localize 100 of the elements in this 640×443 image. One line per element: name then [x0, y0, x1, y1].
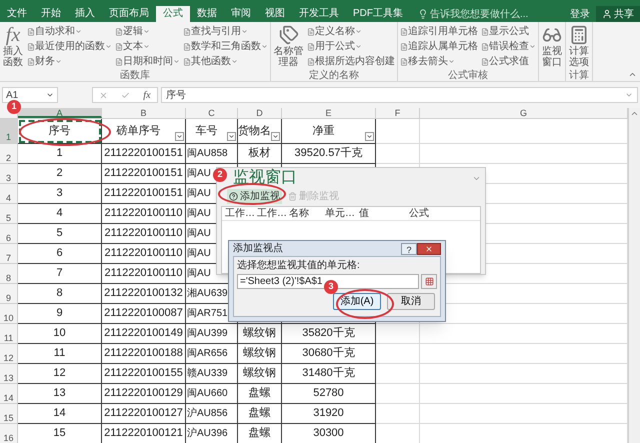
check-icon[interactable] — [121, 90, 130, 100]
row-header[interactable]: 7 — [0, 244, 18, 264]
ribbon-command[interactable]: 显示公式 — [481, 24, 536, 39]
ribbon-tab[interactable]: 文件 — [0, 6, 34, 22]
caret-icon — [366, 133, 373, 140]
ribbon-command[interactable]: 追踪从属单元格 — [400, 39, 478, 54]
header-cell[interactable]: 磅单序号 — [102, 119, 186, 144]
ribbon-large-button[interactable]: 名称管理器 — [273, 24, 304, 70]
row-header[interactable]: 4 — [0, 184, 18, 204]
row-header[interactable]: 14 — [0, 384, 18, 404]
ribbon-command[interactable]: 其他函数 — [183, 54, 268, 69]
ribbon-command[interactable]: 定义名称 — [307, 24, 395, 39]
header-cell[interactable]: 车号 — [186, 119, 238, 144]
table-cell — [376, 384, 420, 404]
table-cell: 31920 — [282, 404, 376, 424]
share-button[interactable]: 共享 — [596, 6, 640, 22]
list-column-header[interactable]: 工作… — [254, 207, 286, 220]
close-button[interactable] — [417, 242, 441, 254]
ribbon-command[interactable]: 用于公式 — [307, 39, 395, 54]
column-header[interactable]: E — [282, 108, 376, 118]
ribbon-command[interactable]: 数学和三角函数 — [183, 39, 268, 54]
calculator-icon — [569, 25, 589, 45]
dialog-button[interactable]: 添加(A) — [333, 293, 381, 310]
ribbon-tab[interactable]: 数据 — [190, 6, 224, 22]
vertical-scrollbar[interactable] — [628, 108, 640, 443]
row-header[interactable]: 1 — [0, 119, 18, 144]
header-cell[interactable]: 序号 — [18, 119, 102, 144]
ribbon-tab[interactable]: 视图 — [258, 6, 292, 22]
ribbon-tab[interactable]: 插入 — [68, 6, 102, 22]
column-header[interactable]: C — [186, 108, 238, 118]
row-header[interactable]: 3 — [0, 164, 18, 184]
dialog-button[interactable]: 取消 — [387, 293, 435, 310]
ribbon-command[interactable]: 逻辑 — [115, 24, 180, 39]
header-cell[interactable]: 货物名 — [238, 119, 282, 144]
ribbon-tab[interactable]: 公式 — [156, 6, 190, 22]
table-cell: 闽AU399 — [186, 324, 238, 344]
row-header[interactable]: 12 — [0, 344, 18, 364]
ribbon-tab[interactable]: 开发工具 — [292, 6, 346, 22]
table-cell: 3 — [18, 184, 102, 204]
ribbon-command[interactable]: 公式求值 — [481, 54, 536, 69]
ribbon-command[interactable]: 根据所选内容创建 — [307, 54, 395, 69]
ribbon-command[interactable]: 自动求和 — [27, 24, 112, 39]
sign-in-link[interactable]: 登录 — [564, 6, 596, 22]
row-header[interactable]: 16 — [0, 424, 18, 443]
list-column-header[interactable]: 值 — [356, 207, 406, 220]
list-column-header[interactable]: 公式 — [406, 207, 476, 220]
caret-icon — [75, 28, 82, 35]
column-header[interactable]: A — [18, 108, 102, 118]
row-header[interactable]: 10 — [0, 304, 18, 324]
collapse-ribbon-icon[interactable] — [628, 70, 637, 79]
ribbon-large-button[interactable]: 监视窗口 — [541, 24, 563, 70]
filter-button[interactable] — [365, 132, 374, 141]
row-header[interactable]: 11 — [0, 324, 18, 344]
row-header[interactable]: 6 — [0, 224, 18, 244]
ribbon-tab[interactable]: 页面布局 — [102, 6, 156, 22]
toolbar-button[interactable]: 添加监视 — [227, 188, 282, 204]
ribbon-tab[interactable]: PDF工具集 — [346, 6, 410, 22]
row-header[interactable]: 8 — [0, 264, 18, 284]
table-cell: 52780 — [282, 384, 376, 404]
ribbon-command[interactable]: 查找与引用 — [183, 24, 268, 39]
ribbon-command[interactable]: 财务 — [27, 54, 112, 69]
row-header[interactable]: 13 — [0, 364, 18, 384]
insert-function-button[interactable]: fx — [143, 88, 151, 102]
ribbon-command[interactable]: 文本 — [115, 39, 180, 54]
ribbon-command[interactable]: 日期和时间 — [115, 54, 180, 69]
caret-icon — [228, 133, 235, 140]
row-header[interactable]: 9 — [0, 284, 18, 304]
group-label: 公式审核 — [448, 70, 488, 81]
header-cell[interactable]: 净重 — [282, 119, 376, 144]
scroll-up-icon[interactable] — [630, 109, 639, 118]
column-header[interactable]: F — [376, 108, 420, 118]
ribbon-large-button[interactable]: fx 插入函数 — [2, 24, 24, 70]
ribbon-tab[interactable]: 审阅 — [224, 6, 258, 22]
column-header[interactable]: B — [102, 108, 186, 118]
formula-input[interactable]: 序号 — [161, 87, 638, 103]
table-cell: 螺纹钢 — [238, 364, 282, 384]
ribbon-tab[interactable]: 开始 — [34, 6, 68, 22]
help-button[interactable]: ? — [401, 242, 417, 254]
table-cell: 30680千克 — [282, 344, 376, 364]
collapse-dialog-button[interactable] — [421, 274, 437, 289]
row-header[interactable]: 5 — [0, 204, 18, 224]
table-cell: 31480千克 — [282, 364, 376, 384]
ribbon-large-button[interactable]: 计算选项 — [568, 24, 590, 70]
list-column-header[interactable]: 单元… — [322, 207, 356, 220]
list-column-header[interactable]: 名称 — [286, 207, 322, 220]
row-header[interactable]: 2 — [0, 144, 18, 164]
document-icon — [183, 42, 191, 50]
filter-button[interactable] — [271, 132, 280, 141]
tell-me-field[interactable]: 告诉我您想要做什么... — [418, 6, 528, 22]
name-box[interactable]: A1 — [2, 87, 58, 103]
ribbon-command[interactable]: 错误检查 — [481, 39, 536, 54]
ribbon-command[interactable]: 移去箭头 — [400, 54, 478, 69]
filter-button[interactable] — [227, 132, 236, 141]
row-header[interactable]: 15 — [0, 404, 18, 424]
add-watch-icon — [229, 192, 238, 200]
ribbon-command[interactable]: 追踪引用单元格 — [400, 24, 478, 39]
column-header[interactable]: D — [238, 108, 282, 118]
table-cell: 盘螺 — [238, 424, 282, 443]
ribbon-command[interactable]: 最近使用的函数 — [27, 39, 112, 54]
filter-button[interactable] — [175, 132, 184, 141]
